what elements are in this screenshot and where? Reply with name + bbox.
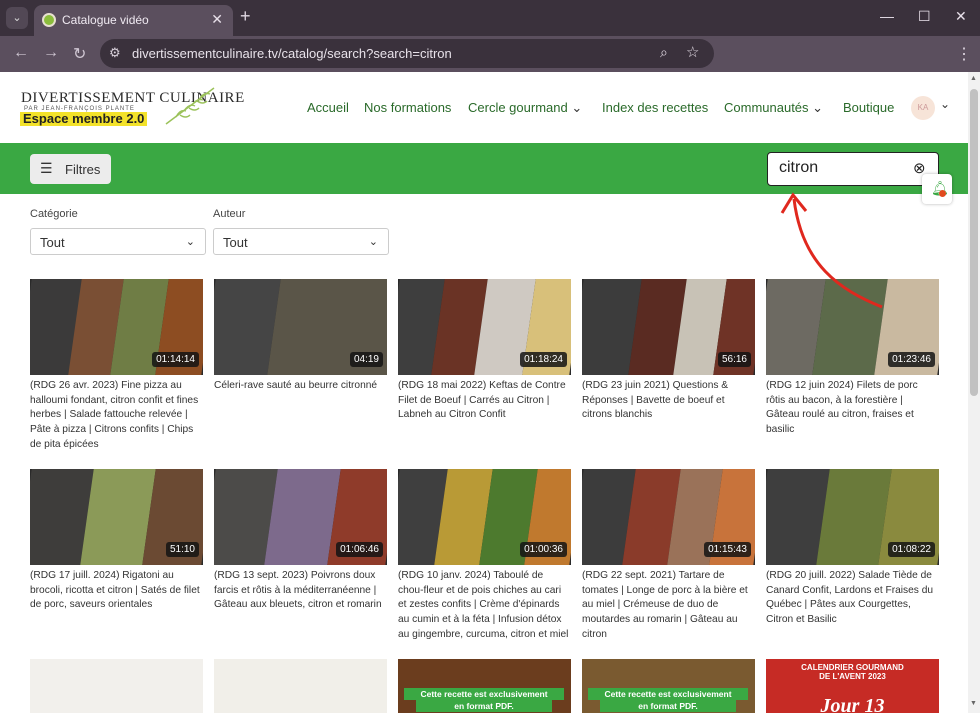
new-tab-icon[interactable]: +: [240, 6, 251, 27]
scrollbar-thumb[interactable]: [970, 89, 978, 396]
video-title[interactable]: (RDG 23 juin 2021) Questions & Réponses …: [582, 379, 755, 423]
video-duration: 01:08:22: [888, 542, 935, 557]
video-duration: 01:06:46: [336, 542, 383, 557]
author-select[interactable]: Tout ⌄: [213, 228, 389, 255]
calendar-title: CALENDRIER GOURMAND DE L'AVENT 2023: [801, 663, 904, 681]
category-select[interactable]: Tout ⌄: [30, 228, 206, 255]
page-scrollbar[interactable]: ▲ ▼: [968, 72, 980, 713]
chevron-down-icon: ⌄: [368, 236, 378, 248]
author-label: Auteur: [213, 208, 246, 220]
chevron-down-icon[interactable]: ⌄: [940, 97, 950, 111]
browser-tab[interactable]: Catalogue vidéo ✕: [34, 5, 233, 36]
filters-label: Filtres: [65, 162, 101, 177]
video-duration: 04:19: [349, 352, 383, 367]
minimize-icon[interactable]: —: [880, 8, 894, 24]
zoom-icon[interactable]: ⌕: [660, 44, 668, 61]
search-box[interactable]: ⊗: [767, 152, 939, 186]
filters-button[interactable]: ☰ Filtres: [30, 154, 111, 184]
video-thumbnail[interactable]: 01:14:14: [30, 279, 203, 375]
video-thumbnail[interactable]: Cette recette est exclusivement en forma…: [582, 659, 755, 713]
notification-dot: [939, 190, 946, 197]
notification-bell-button[interactable]: 🔔︎: [922, 174, 952, 204]
catalog-toolbar: ☰ Filtres ⊗: [0, 143, 968, 194]
maximize-icon[interactable]: ☐: [918, 8, 931, 25]
pdf-notice-line2: en format PDF.: [416, 700, 552, 712]
video-thumbnail[interactable]: 01:00:36: [398, 469, 571, 565]
chevron-down-icon: ⌄: [812, 100, 824, 115]
video-duration: 01:15:43: [704, 542, 751, 557]
category-label: Catégorie: [30, 208, 78, 220]
sliders-icon: ☰: [40, 160, 53, 176]
video-thumbnail[interactable]: 01:06:46: [214, 469, 387, 565]
video-thumbnail[interactable]: 51:10: [30, 469, 203, 565]
video-title[interactable]: (RDG 13 sept. 2023) Poivrons doux farcis…: [214, 569, 387, 613]
category-value: Tout: [40, 235, 65, 250]
pdf-notice: Cette recette est exclusivement: [404, 688, 564, 700]
nav-cercle-gourmand[interactable]: Cercle gourmand ⌄: [468, 100, 582, 116]
nav-boutique[interactable]: Boutique: [843, 100, 894, 115]
chevron-down-icon: ⌄: [185, 236, 195, 248]
site-info-icon[interactable]: ⚙: [109, 45, 121, 61]
video-duration: 51:10: [165, 542, 199, 557]
video-duration: 01:00:36: [520, 542, 567, 557]
back-icon[interactable]: ←: [13, 44, 29, 62]
logo-member-space[interactable]: Espace membre 2.0: [20, 112, 148, 126]
avatar[interactable]: KA: [911, 96, 935, 120]
logo-leaf-icon: [165, 87, 215, 125]
video-thumbnail[interactable]: 04:19: [214, 279, 387, 375]
video-thumbnail[interactable]: 01:08:22: [766, 469, 939, 565]
url-text[interactable]: divertissementculinaire.tv/catalog/searc…: [132, 46, 452, 61]
site-header: DIVERTISSEMENT CULINAIRE PAR JEAN-FRANÇO…: [0, 72, 968, 143]
reload-icon[interactable]: ↻: [73, 44, 86, 64]
scroll-up-icon[interactable]: ▲: [970, 75, 977, 82]
tab-search-chevron-icon[interactable]: ⌄: [6, 7, 28, 29]
browser-toolbar: ← → ↻ ⚙ divertissementculinaire.tv/catal…: [0, 36, 980, 72]
nav-label: Communautés: [724, 100, 809, 115]
scroll-down-icon[interactable]: ▼: [970, 700, 977, 707]
video-thumbnail[interactable]: Cette recette est exclusivement en forma…: [398, 659, 571, 713]
video-title[interactable]: (RDG 17 juill. 2024) Rigatoni au brocoli…: [30, 569, 203, 613]
browser-menu-icon[interactable]: ⋮: [956, 44, 972, 64]
nav-label: Cercle gourmand: [468, 100, 568, 115]
pdf-notice-line2: en format PDF.: [600, 700, 736, 712]
video-thumbnail[interactable]: 01:23:46: [766, 279, 939, 375]
video-duration: 56:16: [717, 352, 751, 367]
forward-icon[interactable]: →: [43, 44, 59, 62]
video-duration: 01:18:24: [520, 352, 567, 367]
video-title[interactable]: (RDG 12 juin 2024) Filets de porc rôtis …: [766, 379, 939, 438]
video-thumbnail[interactable]: CALENDRIER GOURMAND DE L'AVENT 2023 Jour …: [766, 659, 939, 713]
chevron-down-icon: ⌄: [571, 100, 583, 115]
video-thumbnail[interactable]: 01:15:43: [582, 469, 755, 565]
calendar-day: Jour 13: [820, 695, 885, 713]
video-title[interactable]: (RDG 22 sept. 2021) Tartare de tomates |…: [582, 569, 755, 643]
nav-accueil[interactable]: Accueil: [307, 100, 349, 115]
nav-communautes[interactable]: Communautés ⌄: [724, 100, 823, 116]
close-tab-icon[interactable]: ✕: [211, 11, 223, 28]
author-value: Tout: [223, 235, 248, 250]
nav-index-recettes[interactable]: Index des recettes: [602, 100, 708, 115]
pdf-notice: Cette recette est exclusivement: [588, 688, 748, 700]
video-thumbnail[interactable]: [214, 659, 387, 713]
video-thumbnail[interactable]: 01:18:24: [398, 279, 571, 375]
video-thumbnail[interactable]: 56:16: [582, 279, 755, 375]
video-duration: 01:23:46: [888, 352, 935, 367]
search-input[interactable]: [779, 159, 909, 177]
video-title[interactable]: Céleri-rave sauté au beurre citronné: [214, 379, 387, 394]
browser-tab-bar: ⌄ Catalogue vidéo ✕ + — ☐ ✕: [0, 0, 980, 36]
site-favicon-icon: [42, 13, 56, 27]
video-title[interactable]: (RDG 10 janv. 2024) Taboulé de chou-fleu…: [398, 569, 571, 643]
address-bar[interactable]: ⚙ divertissementculinaire.tv/catalog/sea…: [100, 39, 714, 68]
nav-formations[interactable]: Nos formations: [364, 100, 451, 115]
close-window-icon[interactable]: ✕: [955, 8, 967, 25]
video-title[interactable]: (RDG 18 mai 2022) Keftas de Contre Filet…: [398, 379, 571, 423]
tab-title: Catalogue vidéo: [62, 13, 149, 27]
video-title[interactable]: (RDG 20 juill. 2022) Salade Tiède de Can…: [766, 569, 939, 628]
bookmark-star-icon[interactable]: ☆: [686, 43, 699, 61]
video-duration: 01:14:14: [152, 352, 199, 367]
video-thumbnail[interactable]: [30, 659, 203, 713]
video-title[interactable]: (RDG 26 avr. 2023) Fine pizza au halloum…: [30, 379, 203, 453]
